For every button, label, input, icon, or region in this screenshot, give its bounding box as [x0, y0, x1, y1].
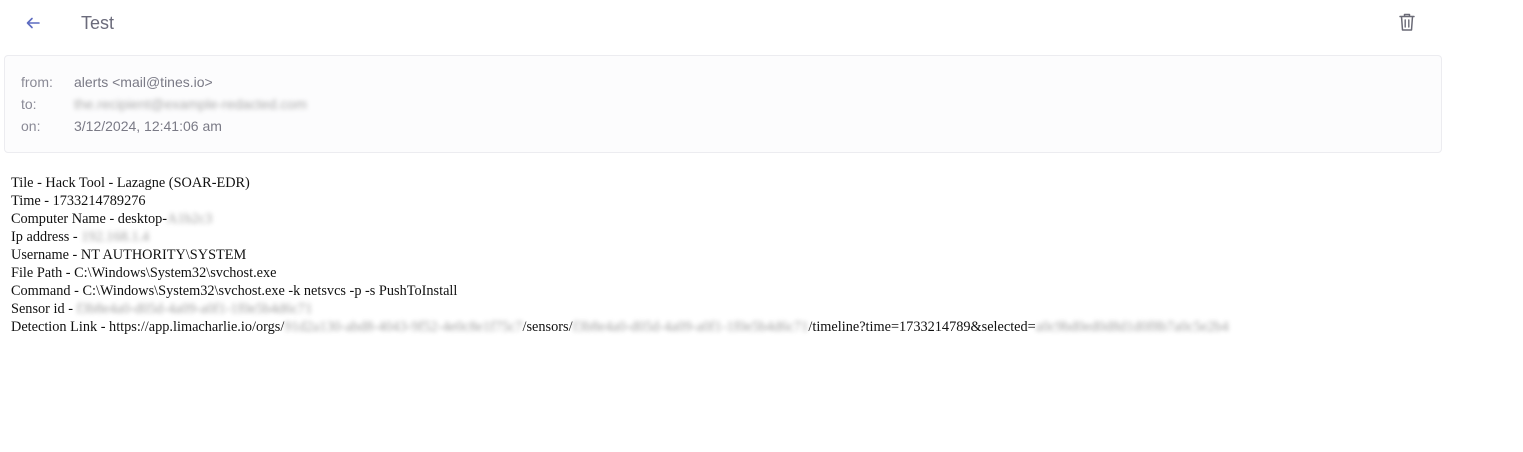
body-line-time: Time - 1733214789276 [11, 193, 146, 209]
on-value: 3/12/2024, 12:41:06 am [74, 118, 222, 134]
link-prefix: Detection Link - https://app.limacharlie… [11, 319, 285, 335]
body-line-sensor: Sensor id - f3b8e4a0-d05d-4a09-a0f1-1f0e… [11, 300, 1511, 318]
email-header: Test [0, 0, 1523, 48]
body-line-tile: Tile - Hack Tool - Lazagne (SOAR-EDR) [11, 175, 250, 191]
body-line-file-path: File Path - C:\Windows\System32\svchost.… [11, 265, 277, 281]
link-sensors: /sensors/ [522, 319, 573, 335]
body-line-username: Username - NT AUTHORITY\SYSTEM [11, 247, 247, 263]
ip-prefix: Ip address - [11, 229, 82, 245]
computer-redacted: A1b2c3 [167, 211, 213, 227]
to-label: to: [21, 96, 37, 112]
delete-button[interactable] [1396, 11, 1418, 33]
email-body: Tile - Hack Tool - Lazagne (SOAR-EDR) Ti… [11, 174, 1511, 336]
trash-icon [1399, 13, 1415, 31]
link-selected-redacted: a0c9bd0ed0d8d1d0f8b7a0c5e2b4 [1035, 319, 1229, 335]
link-suffix: /timeline?time=1733214789&selected= [808, 319, 1036, 335]
body-line-detection-link[interactable]: Detection Link - https://app.limacharlie… [11, 318, 1511, 336]
back-button[interactable] [22, 12, 44, 34]
to-value-redacted: the.recipient@example-redacted.com [74, 96, 307, 112]
ip-redacted: 192.168.1.4 [81, 229, 150, 245]
sensor-redacted: f3b8e4a0-d05d-4a09-a0f1-1f0e5b4d6c71 [76, 301, 313, 317]
body-line-ip: Ip address - 192.168.1.4 [11, 228, 1511, 246]
email-subject: Test [81, 13, 115, 33]
from-label: from: [21, 74, 53, 90]
from-value: alerts <mail@tines.io> [74, 74, 213, 90]
sensor-prefix: Sensor id - [11, 301, 77, 317]
arrow-left-icon [26, 17, 40, 29]
body-line-command: Command - C:\Windows\System32\svchost.ex… [11, 283, 458, 299]
body-line-computer: Computer Name - desktop-A1b2c3 [11, 210, 1511, 228]
computer-prefix: Computer Name - desktop- [11, 211, 168, 227]
on-label: on: [21, 118, 41, 134]
email-meta-card: from: alerts <mail@tines.io> to: the.rec… [4, 55, 1442, 153]
link-org-redacted: 91d2a130-abd8-4043-9f52-4e0c8e1f75c7 [284, 319, 523, 335]
link-sensor-redacted: f3b8e4a0-d05d-4a09-a0f1-1f0e5b4d6c71 [572, 319, 809, 335]
